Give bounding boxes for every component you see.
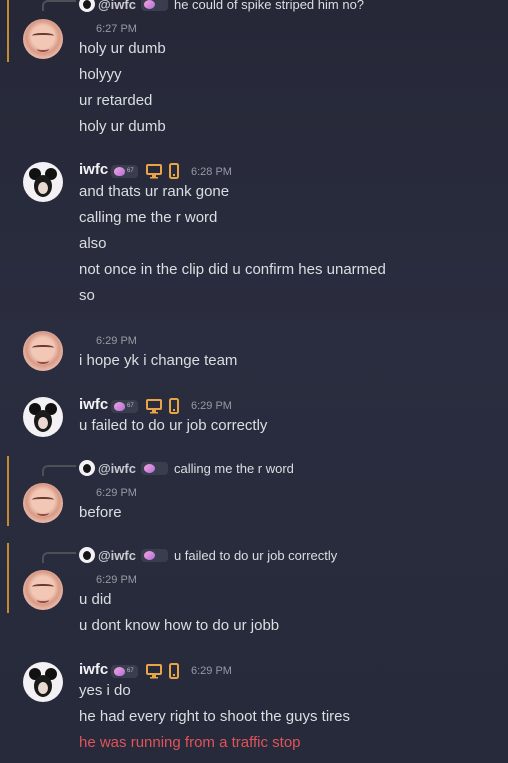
reply-author[interactable]: @iwfc xyxy=(98,461,136,476)
avatar[interactable] xyxy=(23,162,63,202)
message-text: holyyy xyxy=(79,66,122,83)
badge-level: 67 xyxy=(127,668,134,674)
timestamp: 6:28 PM xyxy=(191,166,232,178)
mouse-avatar-icon xyxy=(29,668,57,697)
mouse-avatar-icon xyxy=(29,168,57,197)
reply-highlight-bar xyxy=(7,0,9,62)
reply-highlight-bar xyxy=(7,456,9,526)
avatar[interactable] xyxy=(23,570,63,610)
reply-spine xyxy=(42,465,76,476)
username[interactable]: iwfc xyxy=(79,161,108,178)
username[interactable]: iwfc xyxy=(79,661,108,678)
message-text: holy ur dumb xyxy=(79,118,166,135)
reply-highlight-bar xyxy=(7,543,9,613)
reply-author[interactable]: @iwfc xyxy=(98,0,136,12)
message-text: so xyxy=(79,287,95,304)
badge-level: 67 xyxy=(127,168,134,174)
reply-text: he could of spike striped him no? xyxy=(173,0,365,12)
message-text-failed: he was running from a traffic stop xyxy=(79,734,301,751)
message-text: calling me the r word xyxy=(79,209,218,226)
reply-avatar xyxy=(79,0,95,12)
reply-badge xyxy=(140,462,168,475)
level-badge: 67 xyxy=(111,665,138,678)
message-text: u failed to do ur job correctly xyxy=(79,417,268,434)
timestamp: 6:29 PM xyxy=(96,574,137,586)
avatar[interactable] xyxy=(23,662,63,702)
message-text: also xyxy=(79,235,107,252)
reply-avatar xyxy=(79,460,95,476)
message-text: holy ur dumb xyxy=(79,40,166,57)
message-text: i hope yk i change team xyxy=(79,352,238,369)
reply-preview[interactable]: @iwfc u failed to do ur job correctly xyxy=(79,547,337,563)
message-text: and thats ur rank gone xyxy=(79,183,230,200)
reply-badge xyxy=(140,0,168,11)
reply-text: calling me the r word xyxy=(173,461,294,476)
message-text: before xyxy=(79,504,122,521)
reply-text: u failed to do ur job correctly xyxy=(173,548,338,563)
timestamp: 6:27 PM xyxy=(96,23,137,35)
level-badge: 67 xyxy=(111,165,138,178)
level-badge: 67 xyxy=(111,400,138,413)
reply-avatar xyxy=(79,547,95,563)
avatar[interactable] xyxy=(23,397,63,437)
reply-author[interactable]: @iwfc xyxy=(98,548,136,563)
reply-spine xyxy=(42,552,76,563)
gem-icon xyxy=(114,667,125,676)
gem-icon xyxy=(114,402,125,411)
badge-level: 67 xyxy=(127,403,134,409)
timestamp: 6:29 PM xyxy=(96,335,137,347)
reply-preview[interactable]: @iwfc calling me the r word xyxy=(79,460,294,476)
avatar[interactable] xyxy=(23,483,63,523)
avatar[interactable] xyxy=(23,331,63,371)
reply-spine xyxy=(42,0,76,11)
message-text: yes i do xyxy=(79,682,131,699)
gem-icon xyxy=(114,167,125,176)
reply-preview[interactable]: @iwfc he could of spike striped him no? xyxy=(79,0,364,12)
mobile-icon xyxy=(169,663,179,679)
avatar[interactable] xyxy=(23,19,63,59)
desktop-icon xyxy=(146,664,162,679)
timestamp: 6:29 PM xyxy=(191,400,232,412)
message-text: he had every right to shoot the guys tir… xyxy=(79,708,350,725)
timestamp: 6:29 PM xyxy=(191,665,232,677)
mouse-avatar-icon xyxy=(29,403,57,432)
reply-badge xyxy=(140,549,168,562)
message-text: not once in the clip did u confirm hes u… xyxy=(79,261,386,278)
username[interactable]: iwfc xyxy=(79,396,108,413)
timestamp: 6:29 PM xyxy=(96,487,137,499)
desktop-icon xyxy=(146,164,162,179)
message-text: u did xyxy=(79,591,112,608)
desktop-icon xyxy=(146,399,162,414)
mobile-icon xyxy=(169,398,179,414)
mobile-icon xyxy=(169,163,179,179)
message-text: u dont know how to do ur jobb xyxy=(79,617,280,634)
message-text: ur retarded xyxy=(79,92,153,109)
